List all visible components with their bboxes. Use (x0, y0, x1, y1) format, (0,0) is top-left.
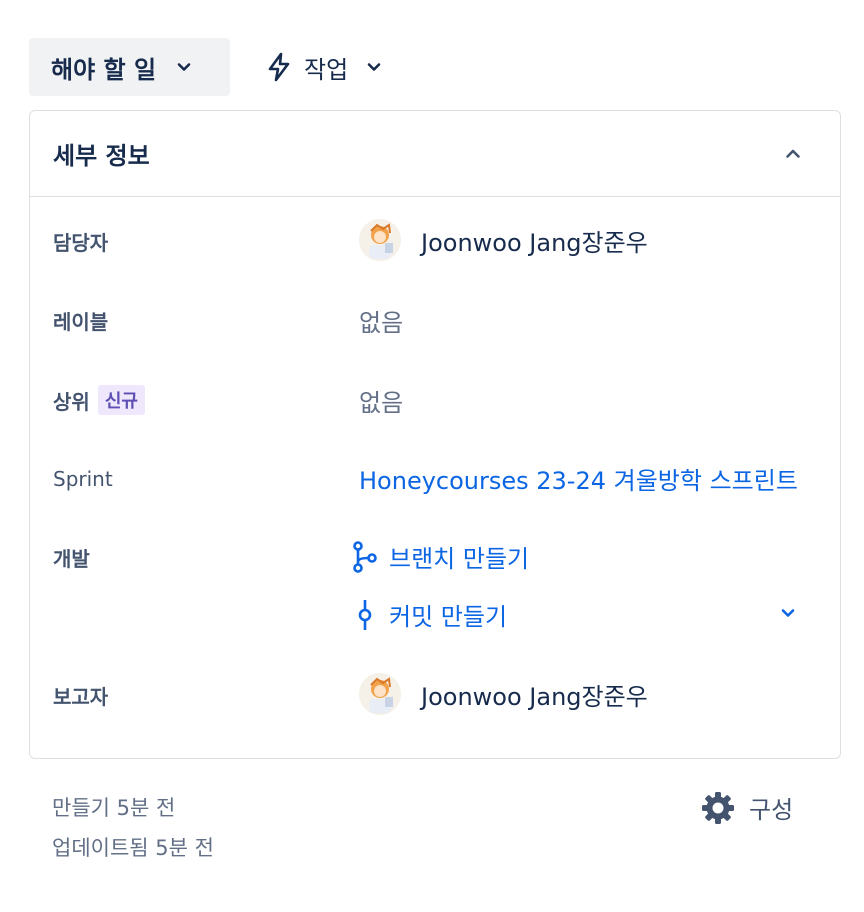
updated-timestamp: 업데이트됨 5분 전 (52, 836, 214, 860)
chevron-down-icon[interactable] (780, 605, 796, 621)
parent-value-text: 없음 (359, 389, 404, 417)
details-title: 세부 정보 (53, 142, 150, 170)
create-commit-link[interactable]: 커밋 만들기 (349, 597, 507, 632)
reporter-value[interactable]: Joonwoo Jang장준우 (359, 673, 648, 715)
actions-label: 작업 (304, 55, 349, 84)
labels-value-text: 없음 (359, 309, 404, 337)
new-badge: 신규 (97, 385, 145, 415)
assignee-label: 담당자 (53, 227, 108, 256)
avatar (359, 673, 401, 715)
details-panel: 세부 정보 담당자 Joonwoo Jang장준우 레이블 없음 상위 신규 없… (29, 110, 841, 759)
reporter-label: 보고자 (53, 681, 108, 710)
reporter-name: Joonwoo Jang장준우 (421, 682, 648, 711)
sprint-link[interactable]: Honeycourses 23-24 겨울방학 스프린트 (359, 461, 798, 496)
parent-label: 상위 신규 (53, 385, 145, 415)
configure-button[interactable]: 구성 (701, 790, 793, 825)
configure-label: 구성 (749, 796, 794, 824)
details-header[interactable]: 세부 정보 (30, 111, 840, 197)
chevron-down-icon (176, 59, 192, 75)
parent-value[interactable]: 없음 (359, 383, 403, 418)
development-label-text: 개발 (53, 547, 90, 571)
sprint-link-text: Honeycourses 23-24 겨울방학 스프린트 (359, 467, 798, 495)
parent-label-text: 상위 (53, 389, 90, 414)
assignee-name: Joonwoo Jang장준우 (421, 228, 648, 257)
gear-icon (701, 791, 735, 825)
development-label: 개발 (53, 543, 90, 572)
status-dropdown-button[interactable]: 해야 할 일 (29, 38, 230, 96)
create-branch-text: 브랜치 만들기 (389, 545, 530, 573)
status-label: 해야 할 일 (51, 55, 157, 84)
labels-value[interactable]: 없음 (359, 303, 403, 338)
actions-dropdown-button[interactable]: 작업 (266, 38, 382, 96)
sprint-label-text: Sprint (53, 467, 113, 491)
assignee-label-text: 담당자 (53, 231, 109, 255)
created-timestamp: 만들기 5분 전 (52, 796, 176, 820)
assignee-value[interactable]: Joonwoo Jang장준우 (359, 219, 648, 261)
branch-icon (349, 540, 381, 574)
chevron-up-icon[interactable] (779, 140, 807, 168)
chevron-down-icon (366, 59, 382, 75)
labels-label: 레이블 (53, 306, 108, 335)
reporter-label-text: 보고자 (53, 685, 109, 709)
create-commit-text: 커밋 만들기 (389, 603, 508, 631)
avatar (359, 219, 401, 261)
issue-toolbar: 해야 할 일 작업 (29, 38, 382, 96)
lightning-bolt-icon (266, 52, 292, 82)
sprint-label: Sprint (53, 467, 113, 491)
commit-icon (349, 598, 381, 632)
labels-label-text: 레이블 (53, 310, 109, 334)
create-branch-link[interactable]: 브랜치 만들기 (349, 539, 529, 574)
